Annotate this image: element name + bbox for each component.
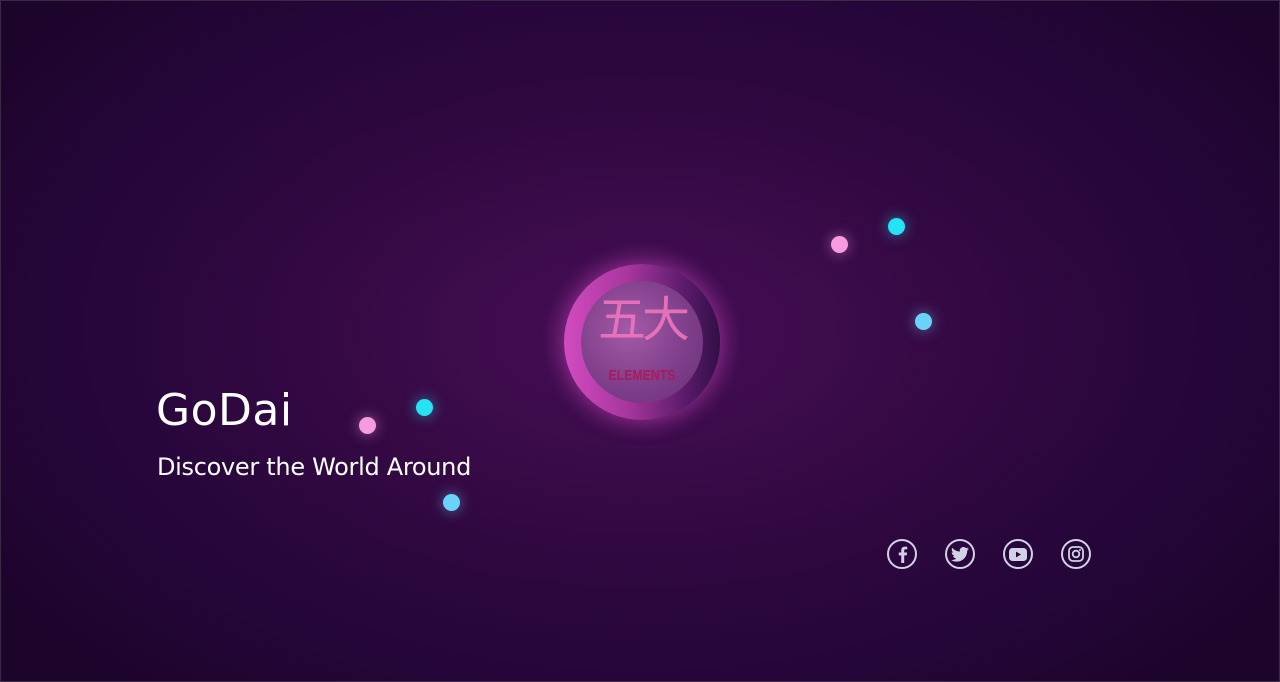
facebook-link[interactable] bbox=[887, 539, 917, 569]
page-title: GoDai bbox=[156, 385, 293, 436]
floating-dot-blue bbox=[443, 494, 460, 511]
twitter-icon bbox=[951, 546, 969, 562]
landing-page: GoDai Discover the World Around 五大 ELEME… bbox=[0, 0, 1280, 682]
floating-dot-cyan bbox=[416, 399, 433, 416]
facebook-icon bbox=[898, 546, 908, 563]
youtube-icon bbox=[1009, 547, 1027, 561]
page-subtitle: Discover the World Around bbox=[157, 453, 472, 481]
instagram-link[interactable] bbox=[1061, 539, 1091, 569]
youtube-link[interactable] bbox=[1003, 539, 1033, 569]
floating-dot-blue bbox=[915, 313, 932, 330]
floating-dot-cyan bbox=[888, 218, 905, 235]
logo-kanji: 五大 bbox=[597, 292, 690, 348]
logo-caption: ELEMENTS bbox=[608, 367, 676, 384]
floating-dot-pink bbox=[831, 236, 848, 253]
twitter-link[interactable] bbox=[945, 539, 975, 569]
instagram-icon bbox=[1068, 546, 1084, 562]
social-links bbox=[887, 539, 1091, 569]
floating-dot-pink bbox=[359, 417, 376, 434]
godai-logo: 五大 ELEMENTS bbox=[544, 244, 740, 440]
